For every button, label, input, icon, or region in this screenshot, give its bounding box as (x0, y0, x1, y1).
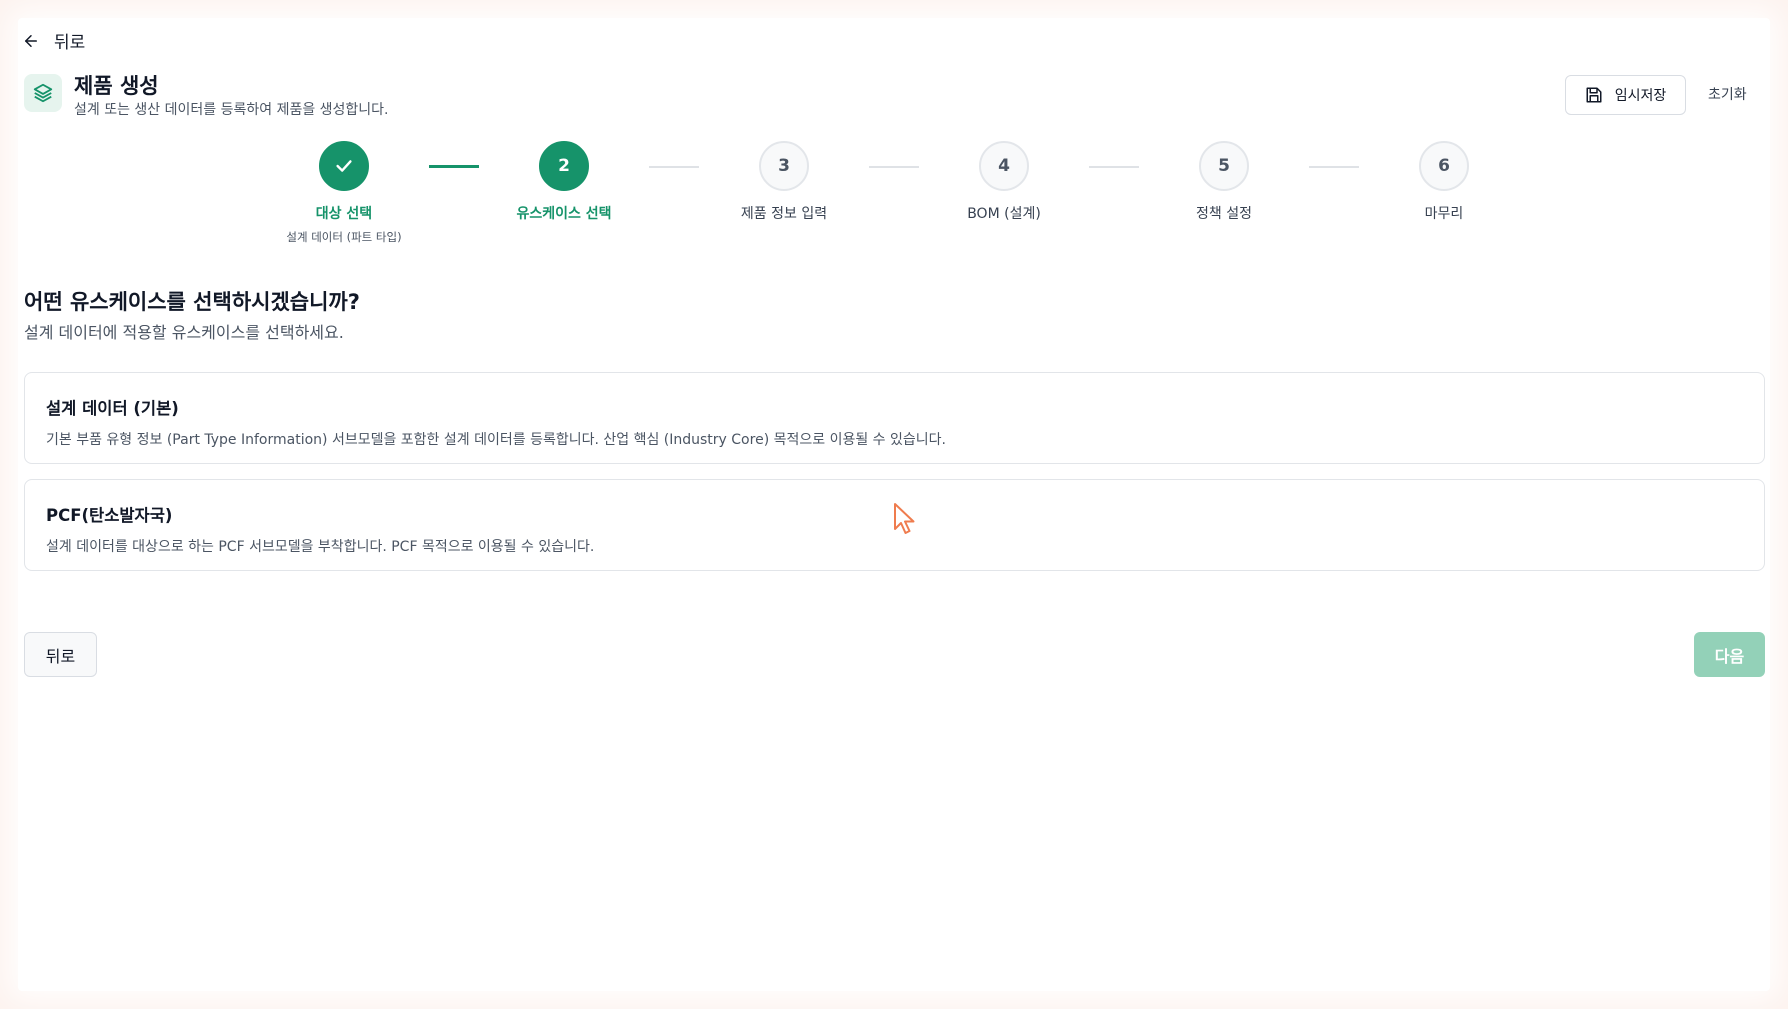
product-layers-icon-tile (24, 74, 62, 112)
save-draft-button[interactable]: 임시저장 (1565, 75, 1686, 115)
step-1-sublabel: 설계 데이터 (파트 타입) (286, 230, 402, 244)
step-3[interactable]: 3 제품 정보 입력 (664, 141, 904, 223)
option-description: 설계 데이터를 대상으로 하는 PCF 서브모델을 부착합니다. PCF 목적으… (46, 539, 595, 555)
usecase-option-design-data[interactable]: 설계 데이터 (기본) 기본 부품 유형 정보 (Part Type Infor… (24, 372, 1765, 464)
step-6-label: 마무리 (1424, 206, 1464, 222)
step-4[interactable]: 4 BOM (설계) (884, 141, 1124, 223)
step-5-label: 정책 설정 (1196, 206, 1252, 222)
back-link-label: 뒤로 (54, 33, 86, 53)
step-6-circle: 6 (1419, 141, 1469, 191)
step-5-circle: 5 (1199, 141, 1249, 191)
step-4-label: BOM (설계) (967, 206, 1041, 222)
step-6[interactable]: 6 마무리 (1324, 141, 1564, 223)
step-2[interactable]: 2 유스케이스 선택 (444, 141, 684, 223)
usecase-question: 어떤 유스케이스를 선택하시겠습니까? (24, 290, 360, 314)
page-title: 제품 생성 (74, 74, 159, 98)
mouse-cursor-icon (894, 503, 915, 534)
check-icon (336, 160, 352, 172)
next-button[interactable]: 다음 (1694, 632, 1765, 677)
reset-button[interactable]: 초기화 (1708, 84, 1747, 104)
step-3-label: 제품 정보 입력 (740, 206, 828, 222)
option-title: 설계 데이터 (기본) (46, 399, 179, 418)
step-3-circle: 3 (759, 141, 809, 191)
step-1[interactable]: 대상 선택 설계 데이터 (파트 타입) (224, 141, 464, 245)
step-5[interactable]: 5 정책 설정 (1104, 141, 1344, 223)
step-2-circle: 2 (539, 141, 589, 191)
footer-back-button[interactable]: 뒤로 (24, 632, 97, 677)
layers-icon (33, 83, 53, 103)
arrow-left-icon (25, 34, 37, 47)
usecase-question-sub: 설계 데이터에 적용할 유스케이스를 선택하세요. (24, 323, 344, 342)
step-1-circle (319, 141, 369, 191)
step-2-label: 유스케이스 선택 (516, 206, 612, 222)
page-subtitle: 설계 또는 생산 데이터를 등록하여 제품을 생성합니다. (74, 102, 389, 118)
save-icon (1586, 87, 1602, 103)
step-1-label: 대상 선택 (315, 206, 373, 222)
step-4-circle: 4 (979, 141, 1029, 191)
save-draft-label: 임시저장 (1614, 88, 1667, 104)
back-link[interactable]: 뒤로 (22, 28, 85, 53)
option-description: 기본 부품 유형 정보 (Part Type Information) 서브모델… (46, 432, 946, 448)
